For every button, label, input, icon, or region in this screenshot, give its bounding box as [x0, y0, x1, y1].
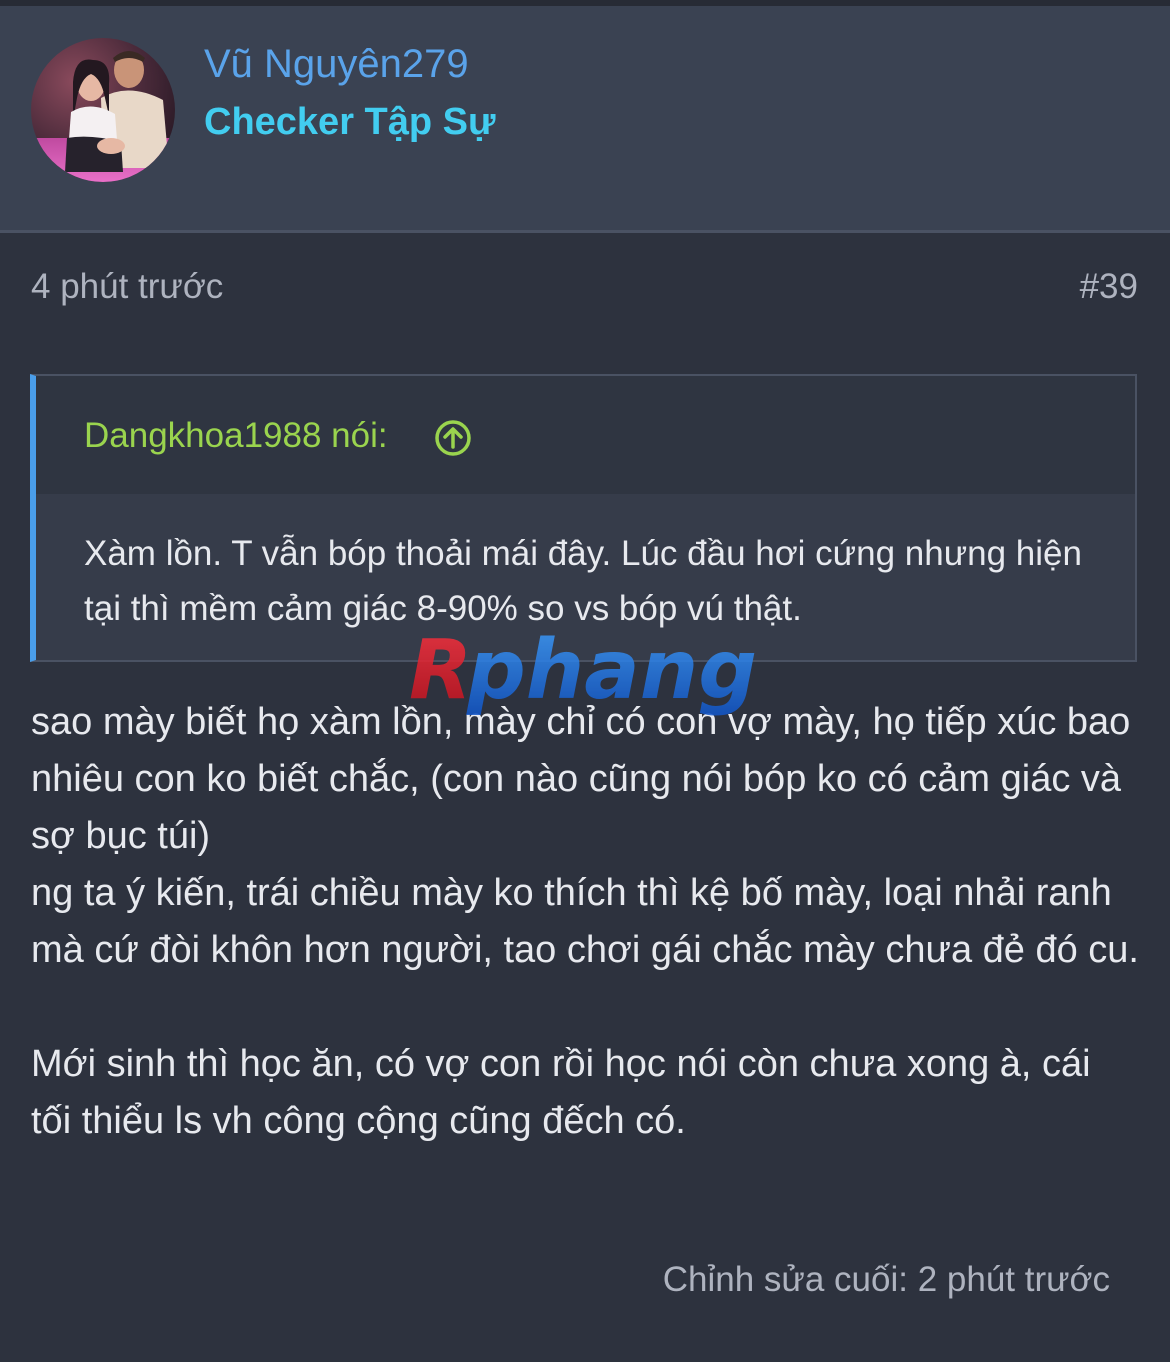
arrow-up-circle-icon[interactable]: [434, 419, 472, 457]
quote-text: Xàm lồn. T vẫn bóp thoải mái đây. Lúc đầ…: [84, 534, 1082, 628]
last-edited-note: Chỉnh sửa cuối: 2 phút trước: [662, 1260, 1110, 1299]
quote-author-label[interactable]: Dangkhoa1988 nói:: [84, 416, 388, 456]
avatar-photo: [31, 38, 175, 182]
post-number-link[interactable]: #39: [1080, 267, 1138, 307]
post-message: sao mày biết họ xàm lồn, mày chỉ có con …: [31, 694, 1141, 1207]
username-link[interactable]: Vũ Nguyên279: [204, 42, 469, 87]
quote-header: Dangkhoa1988 nói:: [36, 376, 1135, 494]
message-paragraph: sao mày biết họ xàm lồn, mày chỉ có con …: [31, 701, 1139, 971]
user-rank-title: Checker Tập Sự: [204, 101, 496, 143]
post-timestamp[interactable]: 4 phút trước: [31, 267, 223, 307]
post-user-header: Vũ Nguyên279 Checker Tập Sự: [0, 6, 1170, 233]
quote-block: Dangkhoa1988 nói: Xàm lồn. T vẫn bóp tho…: [30, 374, 1137, 662]
user-avatar[interactable]: [31, 38, 175, 182]
message-paragraph: Mới sinh thì học ăn, có vợ con rồi học n…: [31, 1043, 1091, 1142]
